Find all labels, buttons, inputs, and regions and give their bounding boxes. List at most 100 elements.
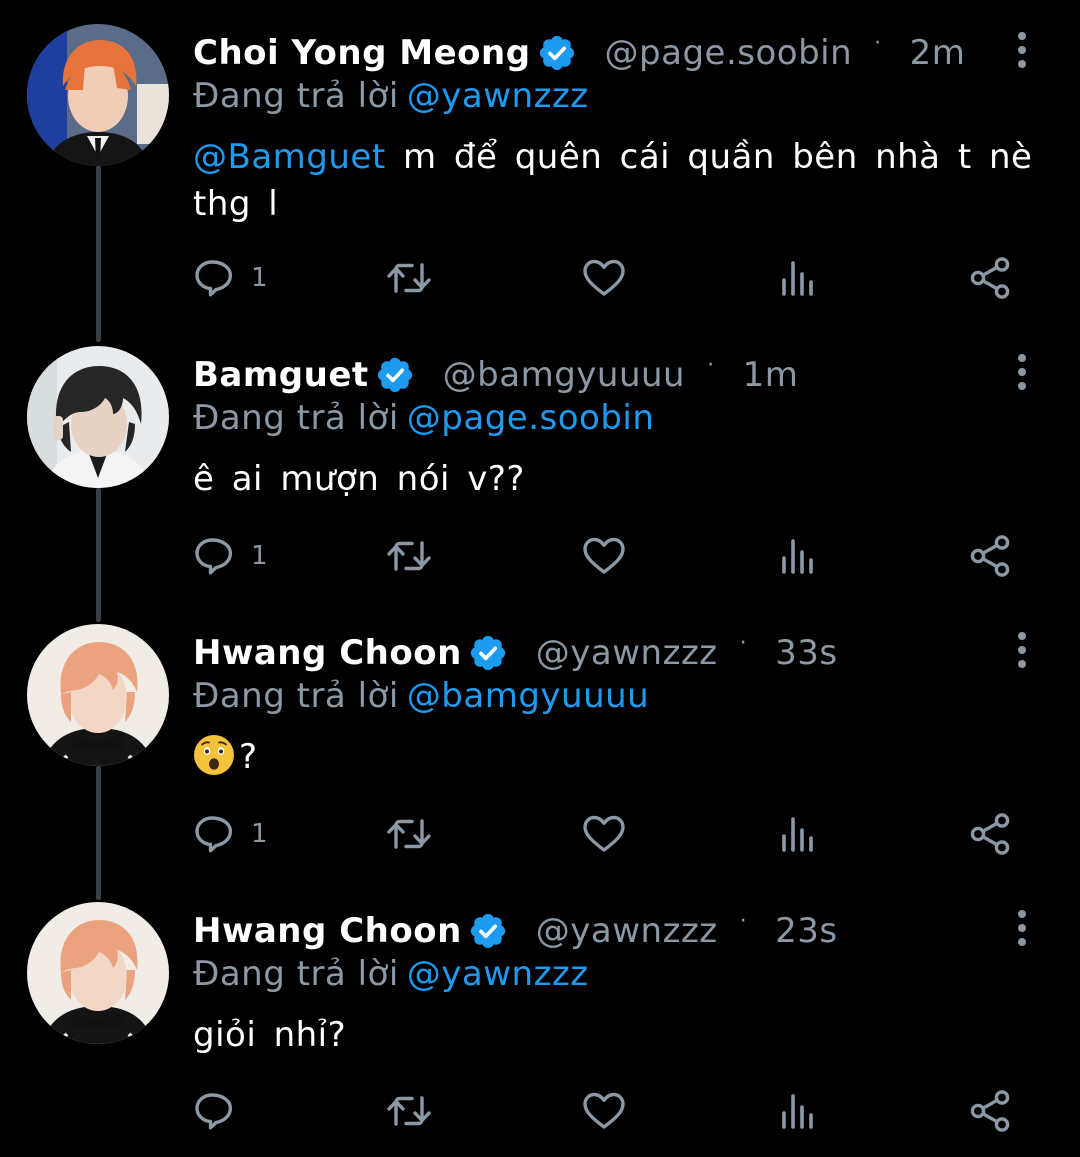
tweet[interactable]: Bamguet @bamgyuuuu · 1m Đang trả lời @pag… <box>0 322 1080 600</box>
tweet[interactable]: Hwang Choon @yawnzzz · 33s Đang trả lời @… <box>0 600 1080 878</box>
heart-icon <box>582 258 626 298</box>
display-name[interactable]: Choi Yong Meong <box>193 33 531 73</box>
astonished-face-icon <box>193 734 235 776</box>
share-button[interactable] <box>969 1086 1013 1136</box>
views-icon <box>777 536 817 576</box>
views-button[interactable] <box>777 253 817 303</box>
reply-button[interactable] <box>193 1086 251 1136</box>
replying-prefix: Đang trả lời <box>193 76 399 116</box>
verified-badge-icon <box>468 633 508 673</box>
share-button[interactable] <box>969 253 1013 303</box>
replying-prefix: Đang trả lời <box>193 676 399 716</box>
display-name[interactable]: Hwang Choon <box>193 633 462 673</box>
like-button[interactable] <box>582 1086 626 1136</box>
reply-icon <box>193 812 237 856</box>
peach-hair-avatar-icon <box>27 624 169 766</box>
tweet-header: Choi Yong Meong @page.soobin · 2m <box>193 30 965 76</box>
avatar[interactable] <box>27 624 169 766</box>
replying-to-handle[interactable]: @page.soobin <box>407 398 655 438</box>
tweet-text: ê ai mượn nói v?? <box>193 456 1043 503</box>
user-handle[interactable]: @bamgyuuuu <box>443 355 685 395</box>
tweet-text: @Bamguet m để quên cái quần bên nhà t nè… <box>193 134 1043 228</box>
reply-icon <box>193 1089 237 1133</box>
retweet-icon <box>385 814 433 854</box>
views-button[interactable] <box>777 531 817 581</box>
replying-to-handle[interactable]: @bamgyuuuu <box>407 676 649 716</box>
more-options-icon[interactable] <box>1008 630 1036 670</box>
tweet-header: Hwang Choon @yawnzzz · 33s <box>193 630 838 676</box>
user-handle[interactable]: @page.soobin <box>605 33 853 73</box>
reply-thread: Choi Yong Meong @page.soobin · 2m Đang t… <box>0 0 1080 1157</box>
verified-badge-icon <box>537 33 577 73</box>
tweet-text-content: ? <box>239 737 258 777</box>
timestamp[interactable]: 1m <box>743 355 799 395</box>
verified-badge-icon <box>468 911 508 951</box>
timestamp[interactable]: 33s <box>775 633 837 673</box>
retweet-button[interactable] <box>385 531 433 581</box>
replying-to-line: Đang trả lời @bamgyuuuu <box>193 676 649 716</box>
reply-icon <box>193 256 237 300</box>
share-button[interactable] <box>969 531 1013 581</box>
tweet-actions: 1 <box>0 809 1080 859</box>
retweet-button[interactable] <box>385 253 433 303</box>
share-icon <box>969 256 1013 300</box>
more-options-icon[interactable] <box>1008 30 1036 70</box>
display-name[interactable]: Hwang Choon <box>193 911 462 951</box>
display-name[interactable]: Bamguet <box>193 355 369 395</box>
replying-to-handle[interactable]: @yawnzzz <box>407 954 589 994</box>
reply-button[interactable]: 1 <box>193 809 268 859</box>
reply-button[interactable]: 1 <box>193 531 268 581</box>
heart-icon <box>582 814 626 854</box>
tweet-text-content: ê ai mượn nói v?? <box>193 459 525 499</box>
share-button[interactable] <box>969 809 1013 859</box>
replying-to-handle[interactable]: @yawnzzz <box>407 76 589 116</box>
mention-link[interactable]: @Bamguet <box>193 137 386 177</box>
replying-prefix: Đang trả lời <box>193 954 399 994</box>
tweet-text-content: giỏi nhỉ? <box>193 1015 347 1055</box>
user-handle[interactable]: @yawnzzz <box>536 633 718 673</box>
like-button[interactable] <box>582 253 626 303</box>
share-icon <box>969 812 1013 856</box>
orange-hair-avatar-icon <box>27 24 169 166</box>
tweet-header: Hwang Choon @yawnzzz · 23s <box>193 908 838 954</box>
replying-prefix: Đang trả lời <box>193 398 399 438</box>
retweet-icon <box>385 258 433 298</box>
replying-to-line: Đang trả lời @yawnzzz <box>193 76 589 116</box>
replying-to-line: Đang trả lời @yawnzzz <box>193 954 589 994</box>
reply-count: 1 <box>251 541 268 571</box>
reply-button[interactable]: 1 <box>193 253 268 303</box>
tweet[interactable]: Choi Yong Meong @page.soobin · 2m Đang t… <box>0 0 1080 322</box>
views-button[interactable] <box>777 1086 817 1136</box>
user-handle[interactable]: @yawnzzz <box>536 911 718 951</box>
retweet-button[interactable] <box>385 1086 433 1136</box>
more-options-icon[interactable] <box>1008 908 1036 948</box>
avatar[interactable] <box>27 24 169 166</box>
reply-count: 1 <box>251 819 268 849</box>
retweet-button[interactable] <box>385 809 433 859</box>
reply-icon <box>193 534 237 578</box>
separator-dot: · <box>874 30 882 56</box>
tweet-actions <box>0 1086 1080 1136</box>
timestamp[interactable]: 23s <box>775 911 837 951</box>
reply-count: 1 <box>251 263 268 293</box>
tweet-text: giỏi nhỉ? <box>193 1012 1043 1059</box>
tweet-actions: 1 <box>0 253 1080 303</box>
separator-dot: · <box>707 352 715 378</box>
avatar[interactable] <box>27 902 169 1044</box>
tweet[interactable]: Hwang Choon @yawnzzz · 23s Đang trả lời @… <box>0 878 1080 1157</box>
retweet-icon <box>385 1091 433 1131</box>
views-icon <box>777 814 817 854</box>
share-icon <box>969 1089 1013 1133</box>
timestamp[interactable]: 2m <box>910 33 966 73</box>
views-icon <box>777 1091 817 1131</box>
verified-badge-icon <box>375 355 415 395</box>
more-options-icon[interactable] <box>1008 352 1036 392</box>
separator-dot: · <box>739 630 748 656</box>
avatar[interactable] <box>27 346 169 488</box>
like-button[interactable] <box>582 531 626 581</box>
like-button[interactable] <box>582 809 626 859</box>
heart-icon <box>582 1091 626 1131</box>
views-button[interactable] <box>777 809 817 859</box>
peach-hair-avatar-icon <box>27 902 169 1044</box>
dark-hair-avatar-icon <box>27 346 169 488</box>
